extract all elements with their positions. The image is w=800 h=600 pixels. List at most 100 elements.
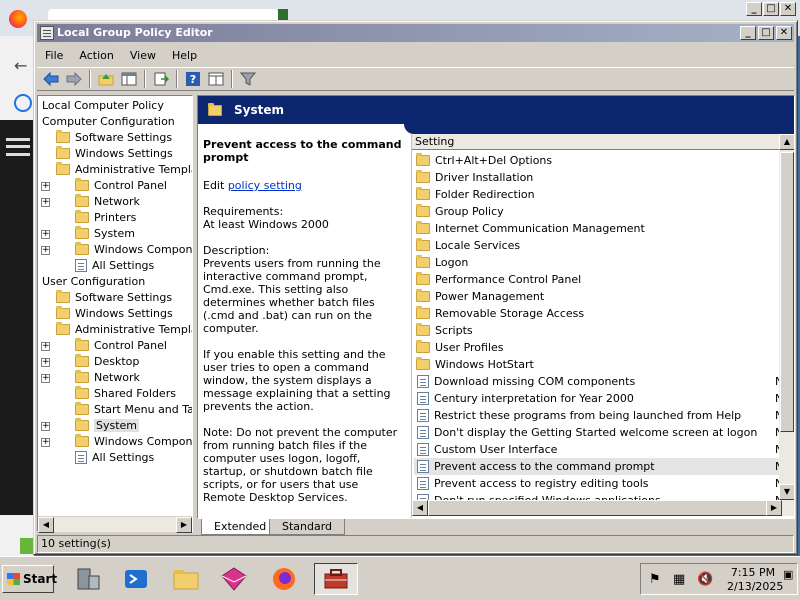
maximize-button[interactable]: □ xyxy=(758,26,774,40)
list-setting-item[interactable]: Prevent access to registry editing tools… xyxy=(414,475,780,492)
list-folder-item[interactable]: Folder Redirection xyxy=(414,186,780,203)
scroll-right-arrow-icon[interactable]: ▶ xyxy=(766,500,782,516)
tree-item[interactable]: + Windows Components xyxy=(41,242,192,258)
list-folder-item[interactable]: Removable Storage Access xyxy=(414,305,780,322)
firefox-taskbar-icon[interactable] xyxy=(266,563,302,595)
tree-item[interactable]: Windows Settings xyxy=(56,306,173,322)
tree-item[interactable]: + Network xyxy=(41,370,140,386)
notification-icon[interactable]: ▣ xyxy=(783,568,793,581)
group-policy-taskbar-icon[interactable] xyxy=(314,563,358,595)
list-folder-item[interactable]: Locale Services xyxy=(414,237,780,254)
list-folder-item[interactable]: Internet Communication Management xyxy=(414,220,780,237)
minimize-button[interactable]: _ xyxy=(740,26,756,40)
list-folder-item[interactable]: Power Management xyxy=(414,288,780,305)
list-folder-item[interactable]: Performance Control Panel xyxy=(414,271,780,288)
list-vertical-scrollbar[interactable]: ▲ ▼ xyxy=(779,134,794,500)
up-one-level-button[interactable] xyxy=(96,70,116,88)
tree-horizontal-scrollbar[interactable]: ◀ ▶ xyxy=(38,516,192,533)
scroll-right-arrow-icon[interactable]: ▶ xyxy=(176,517,192,533)
expand-toggle[interactable]: + xyxy=(41,422,50,431)
list-folder-item[interactable]: Logon xyxy=(414,254,780,271)
expand-toggle[interactable]: + xyxy=(41,182,50,191)
list-folder-item[interactable]: Ctrl+Alt+Del Options xyxy=(414,152,780,169)
tree-item[interactable]: + Network xyxy=(41,194,140,210)
extended-view-button[interactable] xyxy=(206,70,226,88)
expand-toggle[interactable]: + xyxy=(41,438,50,447)
tree-item[interactable]: + Windows Components xyxy=(41,434,192,450)
window-title: Local Group Policy Editor xyxy=(57,26,213,39)
expand-toggle[interactable]: + xyxy=(41,198,50,207)
title-bar[interactable]: Local Group Policy Editor _ □ ✕ xyxy=(37,24,794,42)
export-list-button[interactable] xyxy=(151,70,171,88)
outer-close-button[interactable]: ✕ xyxy=(780,2,796,16)
outer-minimize-button[interactable]: _ xyxy=(746,2,762,16)
expand-toggle[interactable]: + xyxy=(41,358,50,367)
expand-toggle[interactable]: + xyxy=(41,342,50,351)
tree-item[interactable]: Printers xyxy=(75,210,136,226)
list-folder-item[interactable]: Scripts xyxy=(414,322,780,339)
tree-item[interactable]: + Control Panel xyxy=(41,338,167,354)
tree-item[interactable]: All Settings xyxy=(75,258,154,274)
powershell-taskbar-icon[interactable] xyxy=(118,563,154,595)
volume-muted-icon[interactable]: 🔇 xyxy=(697,572,713,587)
list-setting-item[interactable]: Restrict these programs from being launc… xyxy=(414,407,780,424)
back-button[interactable] xyxy=(41,70,61,88)
tree-item[interactable]: Local Computer Policy xyxy=(42,98,164,114)
network-icon[interactable]: ▦ xyxy=(673,572,685,587)
tree-item[interactable]: Computer Configuration xyxy=(42,114,175,130)
list-setting-item[interactable]: Download missing COM componentsN xyxy=(414,373,780,390)
forward-button[interactable] xyxy=(64,70,84,88)
file-explorer-taskbar-icon[interactable] xyxy=(168,563,204,595)
tree-item[interactable]: Software Settings xyxy=(56,290,172,306)
horizontal-scroll-thumb[interactable] xyxy=(428,500,768,516)
package-app-taskbar-icon[interactable] xyxy=(216,563,252,595)
list-folder-item[interactable]: Group Policy xyxy=(414,203,780,220)
tree-item-label: Network xyxy=(94,195,140,208)
tree-item[interactable]: + System xyxy=(41,226,135,242)
list-folder-item[interactable]: Driver Installation xyxy=(414,169,780,186)
show-hide-tree-button[interactable] xyxy=(119,70,139,88)
tree-item[interactable]: All Settings xyxy=(75,450,154,466)
expand-toggle[interactable]: + xyxy=(41,374,50,383)
tree-item[interactable]: Administrative Templates xyxy=(56,162,192,178)
scroll-left-arrow-icon[interactable]: ◀ xyxy=(412,500,428,516)
list-setting-item[interactable]: Custom User InterfaceN xyxy=(414,441,780,458)
menu-help[interactable]: Help xyxy=(164,49,205,62)
scroll-left-arrow-icon[interactable]: ◀ xyxy=(38,517,54,533)
list-horizontal-scrollbar[interactable]: ◀ ▶ xyxy=(412,500,794,516)
clock[interactable]: 7:15 PM 2/13/2025 xyxy=(727,566,783,594)
server-manager-taskbar-icon[interactable] xyxy=(70,563,106,595)
outer-maximize-button[interactable]: □ xyxy=(763,2,779,16)
expand-toggle[interactable]: + xyxy=(41,230,50,239)
list-folder-item[interactable]: User Profiles xyxy=(414,339,780,356)
list-setting-item[interactable]: Don't run specified Windows applications… xyxy=(414,492,780,500)
vertical-scroll-thumb[interactable] xyxy=(780,152,794,432)
tree-item[interactable]: + Control Panel xyxy=(41,178,167,194)
start-button[interactable]: Start xyxy=(2,565,57,593)
help-button[interactable]: ? xyxy=(183,70,203,88)
edit-policy-setting-link[interactable]: policy setting xyxy=(228,179,302,192)
list-setting-item[interactable]: Century interpretation for Year 2000N xyxy=(414,390,780,407)
list-setting-item[interactable]: Don't display the Getting Started welcom… xyxy=(414,424,780,441)
filter-button[interactable] xyxy=(238,70,258,88)
tree-item[interactable]: User Configuration xyxy=(42,274,145,290)
flag-icon[interactable]: ⚑ xyxy=(649,572,661,587)
tab-standard[interactable]: Standard xyxy=(269,519,346,535)
tab-extended[interactable]: Extended xyxy=(201,519,280,535)
menu-action[interactable]: Action xyxy=(71,49,121,62)
tree-item[interactable]: Software Settings xyxy=(56,130,172,146)
scroll-down-arrow-icon[interactable]: ▼ xyxy=(779,484,794,500)
menu-view[interactable]: View xyxy=(122,49,164,62)
list-folder-item[interactable]: Windows HotStart xyxy=(414,356,780,373)
menu-file[interactable]: File xyxy=(37,49,71,62)
tree-item[interactable]: + Desktop xyxy=(41,354,139,370)
list-setting-item[interactable]: Prevent access to the command promptN xyxy=(414,458,780,475)
tree-item[interactable]: Start Menu and Taskbar xyxy=(75,402,192,418)
tree-item[interactable]: Administrative Templates xyxy=(56,322,192,338)
tree-item[interactable]: Shared Folders xyxy=(75,386,176,402)
tree-item[interactable]: + System xyxy=(41,418,140,434)
tree-item[interactable]: Windows Settings xyxy=(56,146,173,162)
close-button[interactable]: ✕ xyxy=(776,26,792,40)
expand-toggle[interactable]: + xyxy=(41,246,50,255)
scroll-up-arrow-icon[interactable]: ▲ xyxy=(779,134,794,150)
